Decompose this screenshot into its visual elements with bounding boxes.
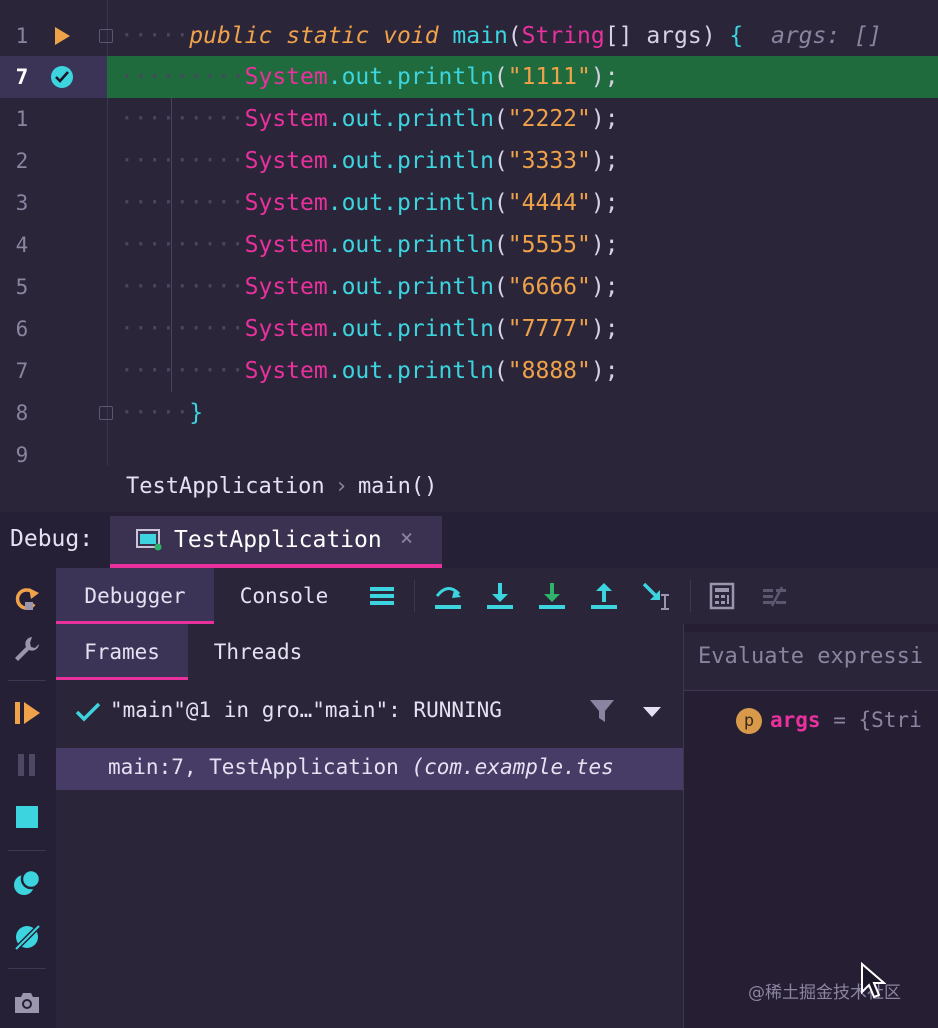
- code-line[interactable]: 8 ·····}: [0, 392, 938, 434]
- toolbar-separator: [8, 968, 46, 969]
- code-line[interactable]: 2 ·········System.out.println("3333");: [0, 140, 938, 182]
- calculator-icon[interactable]: [706, 580, 738, 612]
- camera-icon[interactable]: [12, 988, 42, 1018]
- variables-panel: Evaluate expressi p args = {Stri: [683, 624, 938, 1028]
- toolbar-separator: [8, 850, 46, 851]
- debug-session-title: TestApplication: [174, 527, 382, 553]
- tab-frames[interactable]: Frames: [56, 624, 188, 680]
- breadcrumb-separator: ›: [334, 474, 348, 499]
- layout-menu-icon[interactable]: [366, 580, 398, 612]
- code-line[interactable]: 9: [0, 434, 938, 476]
- wrench-icon[interactable]: [12, 634, 42, 664]
- code-editor[interactable]: 1 ·····public static void main(String[] …: [0, 0, 938, 512]
- line-number: 8: [15, 401, 29, 425]
- variable-text: args = {Stri: [770, 708, 922, 732]
- app-window-icon: [136, 529, 162, 551]
- rerun-icon[interactable]: [12, 584, 42, 614]
- line-number: 3: [15, 191, 29, 215]
- fold-marker[interactable]: [99, 29, 113, 43]
- evaluate-expression-input[interactable]: Evaluate expressi: [684, 632, 938, 691]
- line-number: 9: [15, 443, 29, 467]
- code-text: ·····}: [120, 400, 204, 426]
- breakpoint-check-icon[interactable]: [50, 65, 74, 89]
- code-line[interactable]: 7 ·········System.out.println("8888");: [0, 350, 938, 392]
- thread-status: "main"@1 in gro…"main": RUNNING: [110, 698, 502, 722]
- thread-selector[interactable]: "main"@1 in gro…"main": RUNNING: [56, 690, 683, 734]
- breadcrumb-file[interactable]: TestApplication: [126, 474, 325, 499]
- line-number: 6: [15, 317, 29, 341]
- toolbar-separator: [414, 580, 415, 612]
- force-step-into-icon[interactable]: [536, 580, 568, 612]
- frames-tabs: Frames Threads: [56, 624, 683, 680]
- run-arrow-icon[interactable]: [50, 24, 74, 48]
- line-number: 7: [15, 359, 29, 383]
- code-text: ·········System.out.println("2222");: [120, 106, 619, 132]
- view-breakpoints-icon[interactable]: [12, 868, 42, 898]
- line-number: 1: [15, 24, 29, 48]
- code-line[interactable]: 6 ·········System.out.println("7777");: [0, 308, 938, 350]
- variable-row[interactable]: p args = {Stri: [684, 700, 938, 742]
- code-text: ·········System.out.println("6666");: [120, 274, 619, 300]
- code-line[interactable]: 4 ·········System.out.println("5555");: [0, 224, 938, 266]
- code-text: ·····public static void main(String[] ar…: [120, 23, 882, 49]
- tab-threads[interactable]: Threads: [188, 624, 328, 680]
- parameter-badge-icon: p: [736, 708, 762, 734]
- line-number: 4: [15, 233, 29, 257]
- code-text: ·········System.out.println("4444");: [120, 190, 619, 216]
- code-text: ·········System.out.println("3333");: [120, 148, 619, 174]
- breadcrumb-method[interactable]: main(): [358, 474, 437, 499]
- close-icon[interactable]: ×: [400, 526, 413, 551]
- filter-icon[interactable]: [589, 698, 615, 724]
- code-text: ·········System.out.println("8888");: [120, 358, 619, 384]
- mute-breakpoints-icon[interactable]: [12, 922, 42, 952]
- code-line[interactable]: 1 ·····public static void main(String[] …: [0, 15, 938, 57]
- code-line[interactable]: 5 ·········System.out.println("6666");: [0, 266, 938, 308]
- trace-icon[interactable]: [758, 580, 790, 612]
- toolbar-separator: [8, 680, 46, 681]
- step-into-icon[interactable]: [484, 580, 516, 612]
- line-number: 1: [15, 107, 29, 131]
- evaluate-placeholder: Evaluate expressi: [698, 644, 924, 669]
- inline-debug-value: args: []: [770, 23, 882, 49]
- tab-console[interactable]: Console: [214, 568, 354, 624]
- breadcrumb[interactable]: TestApplication › main(): [126, 474, 437, 499]
- tab-debugger[interactable]: Debugger: [56, 568, 214, 624]
- check-icon: [75, 702, 101, 722]
- step-out-icon[interactable]: [588, 580, 620, 612]
- chevron-down-icon[interactable]: [642, 705, 662, 719]
- line-number: 7: [15, 65, 29, 89]
- mouse-cursor-icon: [861, 962, 886, 999]
- debug-label: Debug:: [10, 526, 94, 552]
- code-line[interactable]: 1 ·········System.out.println("2222");: [0, 98, 938, 140]
- debug-session-tab[interactable]: TestApplication ×: [110, 516, 442, 568]
- stack-frame-text: main:7, TestApplication (com.example.tes: [108, 755, 614, 779]
- line-number: 2: [15, 149, 29, 173]
- frames-panel: Frames Threads "main"@1 in gro…"main": R…: [56, 624, 683, 1028]
- stack-frame-row[interactable]: main:7, TestApplication (com.example.tes: [56, 748, 683, 790]
- debug-left-toolbar: [0, 568, 56, 1028]
- stop-icon[interactable]: [12, 802, 42, 832]
- debugger-toolbar: Debugger Console: [56, 568, 938, 624]
- code-text: ·········System.out.println("5555");: [120, 232, 619, 258]
- code-line[interactable]: 3 ·········System.out.println("4444");: [0, 182, 938, 224]
- fold-marker[interactable]: [99, 406, 113, 420]
- code-line-current[interactable]: 7 ·········System.out.println("1111");: [0, 56, 938, 98]
- run-to-cursor-icon[interactable]: [640, 580, 672, 612]
- code-text: ·········System.out.println("7777");: [120, 316, 619, 342]
- resume-icon[interactable]: [12, 698, 42, 728]
- pause-icon[interactable]: [12, 750, 42, 780]
- code-text: ·········System.out.println("1111");: [120, 64, 619, 90]
- toolbar-separator: [690, 580, 691, 612]
- debug-tool-window-header: Debug: TestApplication ×: [0, 512, 938, 568]
- step-over-icon[interactable]: [432, 580, 464, 612]
- line-number: 5: [15, 275, 29, 299]
